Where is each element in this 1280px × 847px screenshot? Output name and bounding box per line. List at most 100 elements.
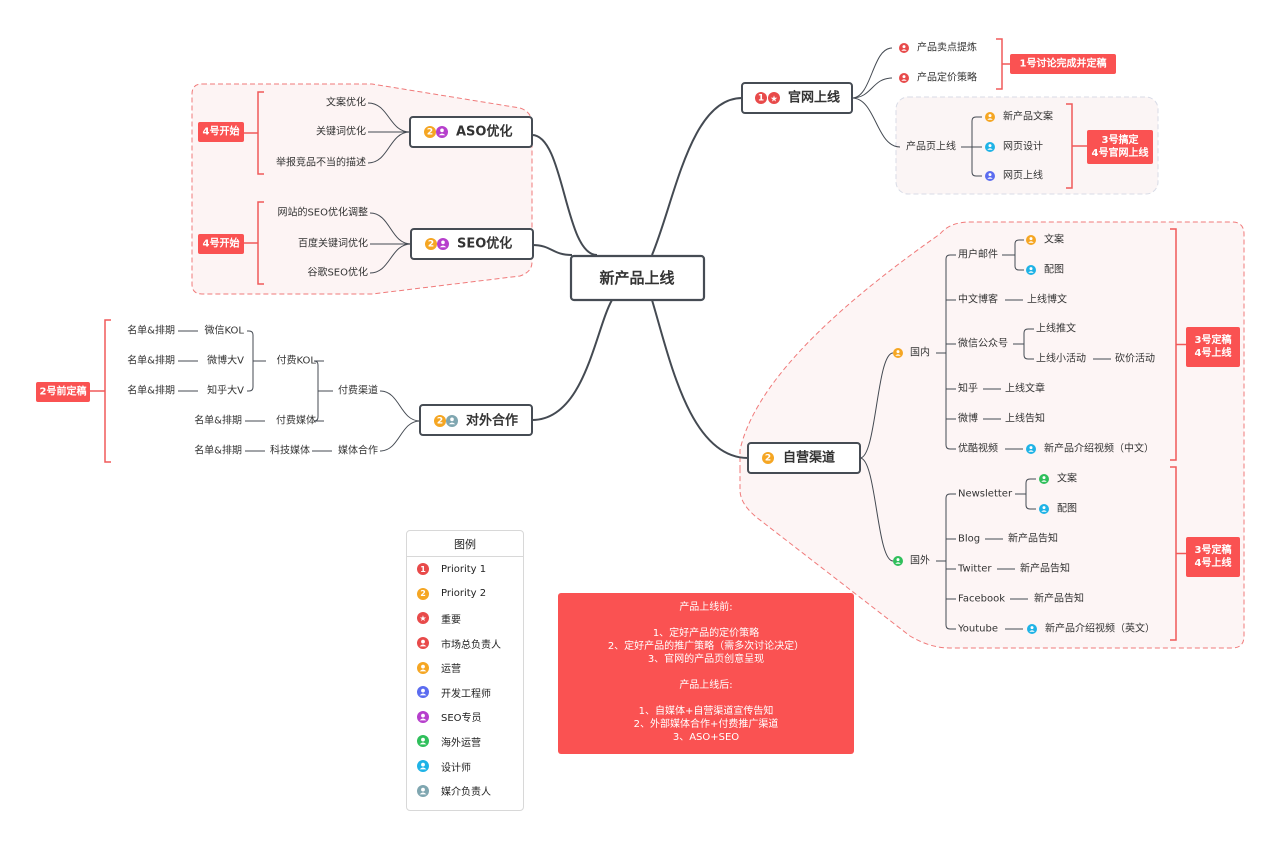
branch-self-label[interactable]: 自营渠道 — [783, 450, 835, 466]
branch-aso-label[interactable]: ASO优化 — [456, 124, 512, 140]
svg-text:4号开始: 4号开始 — [203, 237, 240, 250]
person-icon — [417, 760, 429, 773]
child-label: 网页上线 — [1003, 169, 1043, 182]
connector-line — [379, 390, 421, 422]
child-label: 上线推文 — [1036, 322, 1076, 335]
svg-text:2: 2 — [437, 417, 443, 427]
note-partner: 2号前定稿 — [36, 382, 90, 402]
summary-after-item: 1、自媒体+自营渠道宣传告知 — [638, 706, 774, 717]
child-label: 名单&排期 — [194, 444, 242, 457]
child-label: 砍价活动 — [1115, 352, 1155, 365]
child-label: 百度关键词优化 — [298, 237, 368, 250]
person-red-icon — [899, 73, 909, 83]
note-official-1: 1号讨论完成并定稿 — [1010, 54, 1116, 74]
priority-2-icon: 2 — [417, 587, 429, 600]
child-label: 付费渠道 — [338, 384, 378, 397]
child-label: 名单&排期 — [127, 354, 175, 367]
person-cyan-icon — [1026, 265, 1036, 275]
child-label: 新产品文案 — [1003, 110, 1053, 123]
branch-official-label[interactable]: 官网上线 — [788, 90, 840, 106]
legend-label: 市场总负责人 — [441, 639, 501, 651]
child-label: 科技媒体 — [270, 444, 310, 457]
child-label: 谷歌SEO优化 — [307, 266, 368, 279]
child-label: 名单&排期 — [127, 384, 175, 397]
branch-seo-label[interactable]: SEO优化 — [457, 236, 512, 252]
summary-before-item: 1、定好产品的定价策略 — [652, 628, 760, 639]
child-label: 新产品告知 — [1008, 532, 1058, 545]
svg-text:1: 1 — [758, 94, 764, 104]
child-label: 上线告知 — [1005, 412, 1045, 425]
child-label: 上线博文 — [1027, 293, 1067, 306]
person-purple-icon — [437, 238, 449, 250]
priority-2-icon: 2 — [425, 238, 437, 250]
child-label: 媒体合作 — [338, 444, 378, 457]
summary-bracket — [996, 38, 1010, 90]
child-label: 名单&排期 — [127, 324, 175, 337]
person-green-icon — [893, 556, 903, 566]
legend-item: 海外运营 — [407, 729, 523, 754]
person-cyan-icon — [1039, 504, 1049, 514]
child-label: 关键词优化 — [316, 125, 366, 138]
person-purple-icon — [436, 126, 448, 138]
legend-item: SEO专员 — [407, 705, 523, 730]
svg-text:★: ★ — [770, 94, 778, 104]
legend-item: 运营 — [407, 655, 523, 680]
legend-item: ★ 重要 — [407, 606, 523, 631]
main-connector — [651, 97, 743, 256]
note-seo: 4号开始 — [198, 234, 244, 254]
legend-item: 2 Priority 2 — [407, 582, 523, 607]
legend-label: Priority 1 — [441, 563, 487, 575]
child-label: 名单&排期 — [194, 414, 242, 427]
child-label: 微信KOL — [205, 324, 245, 337]
child-label: Youtube — [957, 624, 998, 635]
legend-title: 图例 — [407, 531, 523, 557]
person-icon — [417, 686, 429, 699]
child-label: Facebook — [958, 594, 1005, 605]
root-label[interactable]: 新产品上线 — [599, 269, 674, 287]
main-connector — [531, 244, 573, 256]
star-icon: ★ — [417, 612, 429, 625]
child-label: 文案优化 — [326, 96, 366, 109]
svg-text:4号开始: 4号开始 — [203, 125, 240, 138]
svg-text:1号讨论完成并定稿: 1号讨论完成并定稿 — [1020, 57, 1107, 70]
aso-seo-boundary — [191, 83, 533, 295]
person-red-icon — [899, 43, 909, 53]
summary-after-title: 产品上线后: — [679, 680, 733, 691]
summary-before-item: 2、定好产品的推广策略（需多次讨论决定） — [607, 641, 805, 652]
connector-line — [379, 420, 421, 452]
person-cyan-icon — [1026, 444, 1036, 454]
person-orange-icon — [1026, 235, 1036, 245]
legend-item: 开发工程师 — [407, 680, 523, 705]
child-label: 配图 — [1057, 503, 1077, 515]
main-connector — [651, 299, 749, 459]
connector-line — [851, 97, 901, 148]
child-label: 微博大V — [207, 354, 244, 367]
child-label: 配图 — [1044, 264, 1064, 276]
person-icon — [417, 735, 429, 748]
legend-item: 设计师 — [407, 754, 523, 779]
branch-partner-label[interactable]: 对外合作 — [466, 413, 518, 429]
child-label: 网页设计 — [1003, 140, 1043, 153]
child-label: 文案 — [1044, 233, 1064, 246]
summary-before-title: 产品上线前: — [679, 602, 733, 613]
legend-label: Priority 2 — [441, 588, 487, 600]
child-label: 新产品介绍视频（中文） — [1044, 442, 1154, 455]
summary-before-item: 3、官网的产品页创意呈现 — [647, 654, 765, 665]
child-label: 网站的SEO优化调整 — [277, 206, 368, 219]
person-icon — [417, 637, 429, 650]
child-label: 知乎大V — [207, 384, 244, 397]
child-label: Blog — [958, 534, 980, 545]
connector-line — [247, 386, 254, 392]
child-label: Twitter — [957, 564, 992, 575]
priority-2-icon: 2 — [762, 452, 774, 464]
svg-text:4号官网上线: 4号官网上线 — [1092, 146, 1149, 159]
child-label: 新产品告知 — [1020, 562, 1070, 575]
legend-label: 设计师 — [441, 762, 471, 774]
child-label: 付费KOL — [277, 354, 317, 367]
person-icon — [417, 784, 429, 797]
person-orange-icon — [893, 348, 903, 358]
legend-label: 媒介负责人 — [441, 787, 491, 799]
child-label: 新产品告知 — [1034, 592, 1084, 605]
legend-label: SEO专员 — [441, 713, 482, 725]
priority-1-icon: 1 — [755, 92, 767, 104]
